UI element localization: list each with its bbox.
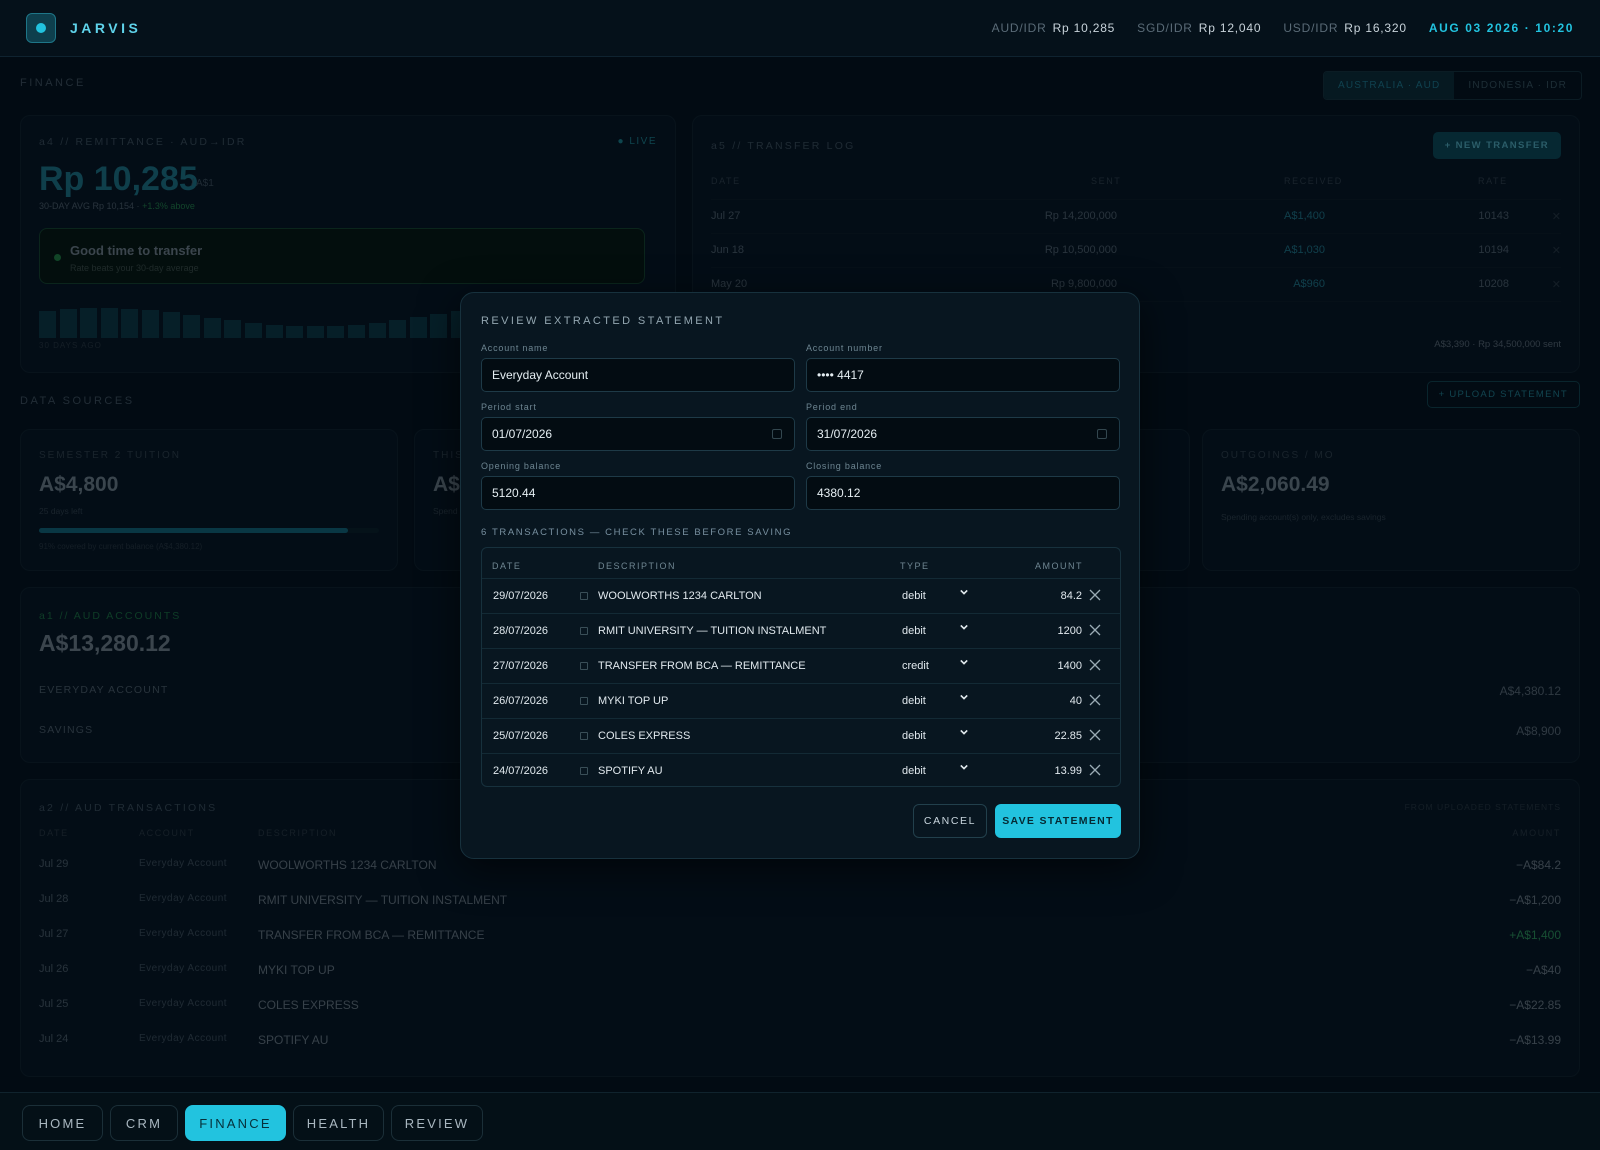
row-amount-input[interactable]: 22.85 [1054, 730, 1082, 742]
period-end-label: Period end [806, 402, 858, 412]
rate-aud-idr: AUD/IDR Rp 10,285 [991, 21, 1116, 35]
row-description-input[interactable]: WOOLWORTHS 1234 CARLTON [598, 590, 762, 602]
dialog-title: REVIEW EXTRACTED STATEMENT [481, 315, 725, 327]
row-amount-input[interactable]: 13.99 [1054, 765, 1082, 777]
nav-health[interactable]: HEALTH [293, 1105, 384, 1141]
chevron-down-icon[interactable] [960, 728, 968, 736]
top-bar: JARVIS AUD/IDR Rp 10,285 SGD/IDR Rp 12,040… [0, 0, 1600, 57]
rate-usd-idr: USD/IDR Rp 16,320 [1283, 21, 1407, 35]
account-name-label: Account name [481, 343, 549, 353]
row-description-input[interactable]: SPOTIFY AU [598, 765, 663, 777]
calendar-icon[interactable] [580, 627, 588, 635]
brand-name: JARVIS [70, 20, 142, 36]
account-name-field[interactable]: Everyday Account [481, 358, 795, 392]
nav-crm[interactable]: CRM [110, 1105, 178, 1141]
period-end-field[interactable]: 31/07/2026 [806, 417, 1120, 451]
logo-icon [26, 13, 56, 43]
row-date-input[interactable]: 27/07/2026 [493, 660, 548, 672]
row-date-input[interactable]: 25/07/2026 [493, 730, 548, 742]
rate-sgd-idr: SGD/IDR Rp 12,040 [1137, 21, 1262, 35]
chevron-down-icon[interactable] [960, 658, 968, 666]
calendar-icon[interactable] [1097, 429, 1107, 439]
remove-row-icon[interactable] [1089, 764, 1101, 776]
statement-row: 28/07/2026 RMIT UNIVERSITY — TUITION INST… [482, 613, 1120, 648]
statement-row: 25/07/2026 COLES EXPRESS debit 22.85 [482, 718, 1120, 753]
save-statement-button[interactable]: SAVE STATEMENT [995, 804, 1121, 838]
closing-balance-field[interactable]: 4380.12 [806, 476, 1120, 510]
row-description-input[interactable]: COLES EXPRESS [598, 730, 690, 742]
calendar-icon[interactable] [772, 429, 782, 439]
statement-row: 29/07/2026 WOOLWORTHS 1234 CARLTON debit 84… [482, 578, 1120, 613]
chevron-down-icon[interactable] [960, 588, 968, 596]
transactions-caption: 6 TRANSACTIONS — CHECK THESE BEFORE SAVI… [481, 527, 793, 538]
remove-row-icon[interactable] [1089, 589, 1101, 601]
period-start-field[interactable]: 01/07/2026 [481, 417, 795, 451]
account-number-label: Account number [806, 343, 883, 353]
exchange-rates: AUD/IDR Rp 10,285 SGD/IDR Rp 12,040 USD/ID… [992, 21, 1574, 35]
row-date-input[interactable]: 28/07/2026 [493, 625, 548, 637]
remove-row-icon[interactable] [1089, 659, 1101, 671]
clock: AUG 03 2026 · 10:20 [1428, 21, 1574, 35]
chevron-down-icon[interactable] [960, 623, 968, 631]
row-amount-input[interactable]: 1400 [1058, 660, 1082, 672]
review-statement-dialog: REVIEW EXTRACTED STATEMENT Account name … [460, 292, 1140, 859]
period-start-label: Period start [481, 402, 537, 412]
remove-row-icon[interactable] [1089, 729, 1101, 741]
chevron-down-icon[interactable] [960, 763, 968, 771]
column-type: TYPE [900, 561, 930, 571]
row-date-input[interactable]: 24/07/2026 [493, 765, 548, 777]
remove-row-icon[interactable] [1089, 694, 1101, 706]
nav-review[interactable]: REVIEW [391, 1105, 483, 1141]
calendar-icon[interactable] [580, 697, 588, 705]
row-amount-input[interactable]: 1200 [1058, 625, 1082, 637]
row-description-input[interactable]: TRANSFER FROM BCA — REMITTANCE [598, 660, 806, 672]
closing-balance-label: Closing balance [806, 461, 883, 471]
statement-row: 26/07/2026 MYKI TOP UP debit 40 [482, 683, 1120, 718]
statement-row: 27/07/2026 TRANSFER FROM BCA — REMITTANCE… [482, 648, 1120, 683]
row-description-input[interactable]: RMIT UNIVERSITY — TUITION INSTALMENT [598, 625, 826, 637]
column-description: DESCRIPTION [598, 561, 677, 571]
row-description-input[interactable]: MYKI TOP UP [598, 695, 668, 707]
calendar-icon[interactable] [580, 592, 588, 600]
row-amount-input[interactable]: 84.2 [1061, 590, 1082, 602]
opening-balance-field[interactable]: 5120.44 [481, 476, 795, 510]
row-date-input[interactable]: 29/07/2026 [493, 590, 548, 602]
extracted-transactions-table: DATE DESCRIPTION TYPE AMOUNT 29/07/2026 W… [481, 547, 1121, 787]
chevron-down-icon[interactable] [960, 693, 968, 701]
nav-home[interactable]: HOME [22, 1105, 103, 1141]
column-date: DATE [492, 561, 522, 571]
cancel-button[interactable]: CANCEL [913, 804, 987, 838]
account-number-field[interactable]: •••• 4417 [806, 358, 1120, 392]
statement-row: 24/07/2026 SPOTIFY AU debit 13.99 [482, 753, 1120, 788]
nav-finance[interactable]: FINANCE [185, 1105, 286, 1141]
bottom-nav: HOME CRM FINANCE HEALTH REVIEW [0, 1092, 1600, 1150]
remove-row-icon[interactable] [1089, 624, 1101, 636]
row-amount-input[interactable]: 40 [1070, 695, 1082, 707]
opening-balance-label: Opening balance [481, 461, 562, 471]
calendar-icon[interactable] [580, 662, 588, 670]
row-date-input[interactable]: 26/07/2026 [493, 695, 548, 707]
calendar-icon[interactable] [580, 767, 588, 775]
calendar-icon[interactable] [580, 732, 588, 740]
column-amount: AMOUNT [1035, 561, 1083, 571]
